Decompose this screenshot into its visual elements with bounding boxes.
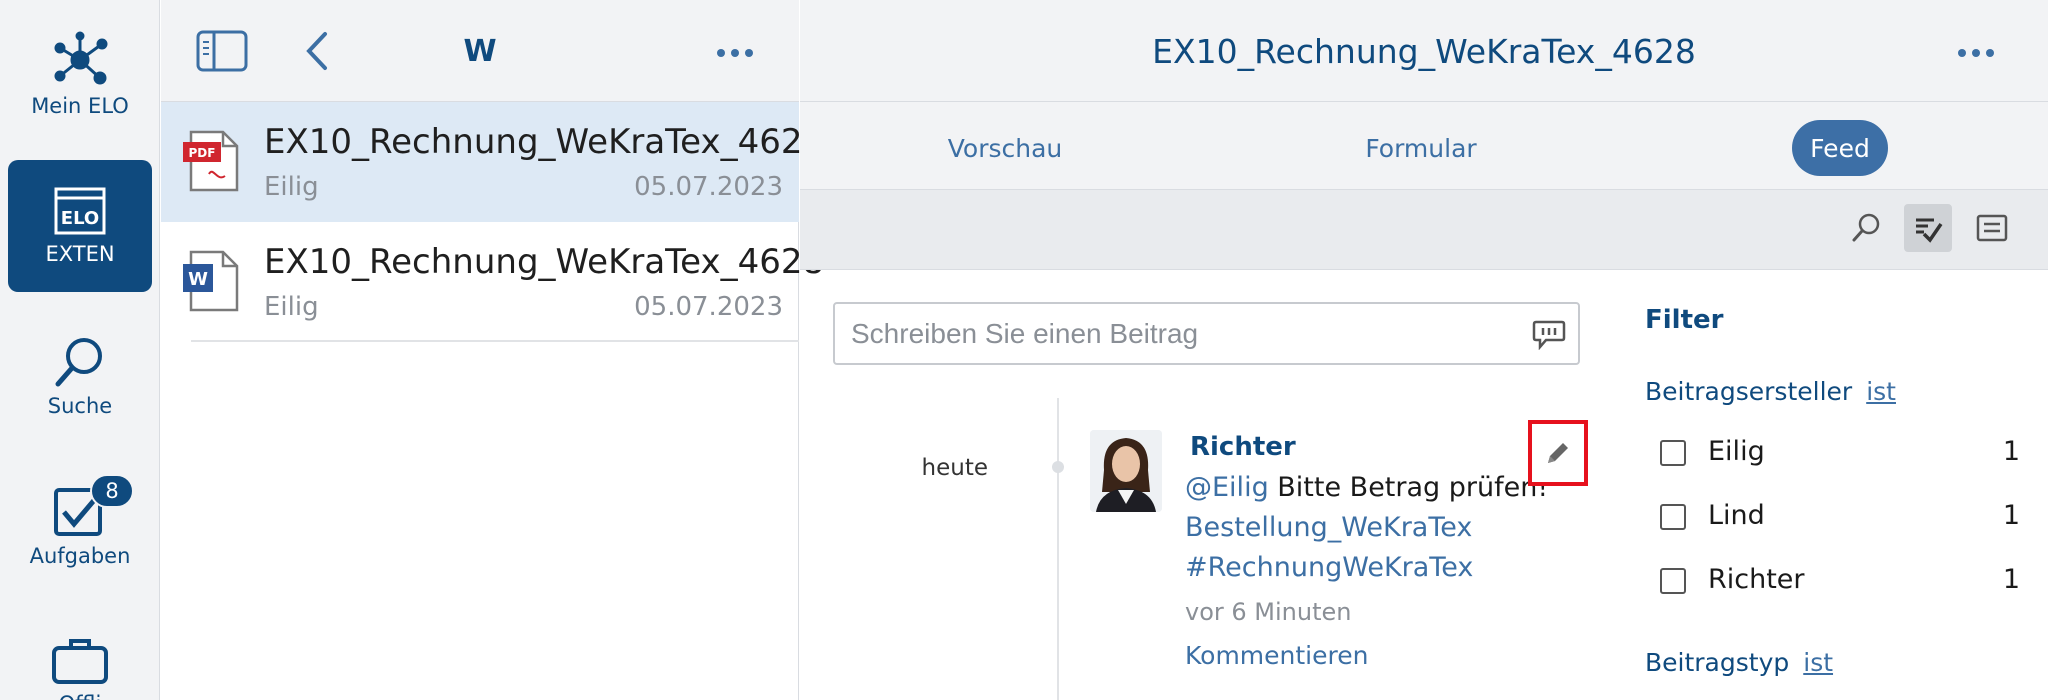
network-icon: [54, 31, 108, 85]
file-type-label: W: [188, 269, 208, 290]
more-horizontal-icon: [1958, 49, 1994, 57]
filter-option-count: 1: [2002, 436, 2020, 467]
filter-checkbox[interactable]: [1660, 440, 1686, 466]
nav-label: Offli: [59, 692, 102, 700]
speech-bubble-icon: [1532, 320, 1566, 351]
post-author[interactable]: Richter: [1190, 432, 1296, 462]
document-list-panel: W PDF EX10_Rechnung_WeKraTex_4628 Eilig …: [161, 0, 824, 700]
filter-option-name: Richter: [1708, 564, 1805, 595]
post-link-document[interactable]: Bestellung_WeKraTex: [1185, 512, 1472, 543]
filter-checkbox[interactable]: [1660, 504, 1686, 530]
edit-post-button[interactable]: [1528, 420, 1588, 486]
feed-filter-icon: [1916, 218, 1943, 243]
feed-search-button[interactable]: [1842, 204, 1890, 252]
row-divider: [191, 340, 799, 342]
list-more-button[interactable]: [715, 44, 755, 63]
document-owner: Eilig: [264, 172, 319, 202]
word-file-icon: W: [183, 250, 239, 312]
nav-rail: Mein ELO ELO EXTEN Suche 8 Aufgaben Offl…: [0, 0, 160, 700]
list-header: W: [161, 0, 799, 102]
pdf-file-icon: PDF: [183, 130, 239, 192]
nav-item-mein-elo[interactable]: Mein ELO: [8, 30, 152, 118]
nav-item-suche[interactable]: Suche: [8, 336, 152, 418]
feed-list-button[interactable]: [1968, 204, 2016, 252]
search-icon: [55, 338, 102, 387]
more-horizontal-icon: [717, 49, 753, 57]
nav-label: EXTEN: [45, 242, 115, 266]
document-name: EX10_Rechnung_WeKraTex_4628: [264, 242, 825, 282]
main-panel: EX10_Rechnung_WeKraTex_4628 Vorschau For…: [800, 0, 2048, 700]
filter-option-name: Eilig: [1708, 436, 1765, 467]
nav-item-exten[interactable]: ELO EXTEN: [8, 160, 152, 292]
briefcase-icon: [52, 639, 108, 684]
feed-filter-button[interactable]: [1904, 204, 1952, 252]
tab-vorschau[interactable]: Vorschau: [930, 120, 1080, 176]
author-photo: [1090, 430, 1162, 512]
filter-option-name: Lind: [1708, 500, 1765, 531]
nav-item-offline[interactable]: Offli: [8, 636, 152, 700]
timeline-date-group: heute: [921, 455, 988, 481]
filter-group-label: Beitragsersteller: [1645, 377, 1853, 406]
filter-option-count: 1: [2002, 500, 2020, 531]
main-more-button[interactable]: [1956, 44, 1996, 63]
filter-checkbox[interactable]: [1660, 568, 1686, 594]
nav-label: Aufgaben: [29, 544, 131, 568]
timeline-line: [1057, 398, 1059, 700]
nav-item-aufgaben[interactable]: 8 Aufgaben: [8, 474, 152, 568]
svg-text:ELO: ELO: [61, 208, 99, 229]
filter-operator[interactable]: ist: [1803, 648, 1833, 677]
post-text: @Eilig Bitte Betrag prüfen!: [1185, 472, 1548, 503]
tab-formular[interactable]: Formular: [1346, 120, 1496, 176]
tasks-count-badge: 8: [90, 474, 134, 508]
filter-group-type: Beitragstyp ist: [1645, 648, 1833, 677]
pencil-icon: [1548, 443, 1568, 463]
list-view-icon: [1976, 214, 2008, 242]
post-mention[interactable]: @Eilig: [1185, 472, 1269, 503]
filter-option-count: 1: [2002, 564, 2020, 595]
main-header: EX10_Rechnung_WeKraTex_4628: [800, 0, 2048, 102]
tab-feed[interactable]: Feed: [1792, 120, 1888, 176]
file-type-label: PDF: [189, 146, 216, 160]
filter-option: Eilig 1: [1660, 432, 2020, 472]
document-owner: Eilig: [264, 292, 319, 322]
feed-toolbar: [800, 190, 2048, 270]
post-input-box: [833, 302, 1580, 365]
post-input[interactable]: [851, 314, 1511, 354]
filter-group-author: Beitragsersteller ist: [1645, 377, 1896, 406]
document-title: EX10_Rechnung_WeKraTex_4628: [1152, 32, 1696, 71]
post-message: Bitte Betrag prüfen!: [1268, 472, 1549, 503]
filter-option: Lind 1: [1660, 496, 2020, 536]
filter-heading: Filter: [1645, 305, 1724, 335]
search-icon: [1852, 213, 1880, 242]
post-hashtag[interactable]: #RechnungWeKraTex: [1185, 552, 1473, 583]
document-name: EX10_Rechnung_WeKraTex_4628: [264, 122, 825, 162]
nav-label: Suche: [47, 394, 113, 418]
document-date: 05.07.2023: [634, 292, 783, 322]
document-row[interactable]: W EX10_Rechnung_WeKraTex_4628 Eilig 05.0…: [161, 222, 824, 342]
document-row[interactable]: PDF EX10_Rechnung_WeKraTex_4628 Eilig 05…: [161, 102, 824, 222]
view-tabs: Vorschau Formular Feed: [800, 102, 2048, 190]
post-timestamp: vor 6 Minuten: [1185, 598, 1352, 626]
post-submit-button[interactable]: [1532, 318, 1566, 354]
document-date: 05.07.2023: [634, 172, 783, 202]
list-title: W: [463, 34, 497, 69]
timeline-dot: [1052, 461, 1064, 473]
elo-extension-icon: ELO: [54, 187, 106, 235]
filter-option: Richter 1: [1660, 560, 2020, 600]
comment-button[interactable]: Kommentieren: [1185, 641, 1368, 670]
avatar: [1090, 430, 1162, 512]
filter-group-label: Beitragstyp: [1645, 648, 1790, 677]
nav-label: Mein ELO: [31, 94, 129, 118]
filter-operator[interactable]: ist: [1866, 377, 1896, 406]
